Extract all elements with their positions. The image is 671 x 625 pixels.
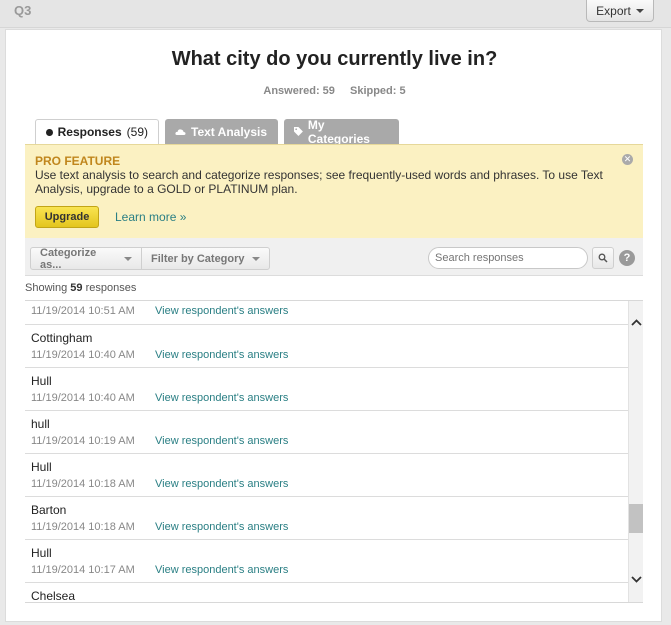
response-date: 11/19/2014 10:17 AM [31, 564, 135, 576]
chevron-down-icon [124, 256, 132, 261]
speech-bubble-icon [46, 128, 53, 136]
response-date: 11/19/2014 10:40 AM [31, 349, 135, 361]
response-text: Cottingham [31, 331, 93, 345]
showing-count: Showing 59 responses [25, 282, 136, 294]
view-respondent-answers-link[interactable]: View respondent's answers [155, 349, 288, 361]
list-item: 11/19/2014 10:51 AM View respondent's an… [25, 301, 628, 325]
response-text: Hull [31, 374, 52, 388]
question-header-bar: Q3 Export [0, 0, 671, 28]
showing-suffix: responses [85, 282, 137, 294]
view-respondent-answers-link[interactable]: View respondent's answers [155, 435, 288, 447]
view-respondent-answers-link[interactable]: View respondent's answers [155, 521, 288, 533]
pro-feature-banner: PRO FEATURE Use text analysis to search … [25, 144, 643, 238]
answered-count: Answered: 59 [263, 85, 335, 97]
view-respondent-answers-link[interactable]: View respondent's answers [155, 392, 288, 404]
cloud-icon [175, 128, 186, 135]
showing-prefix: Showing [25, 282, 68, 294]
response-date: 11/19/2014 10:19 AM [31, 435, 135, 447]
response-text: Hull [31, 460, 52, 474]
view-respondent-answers-link[interactable]: View respondent's answers [155, 305, 288, 317]
chevron-down-icon [631, 575, 642, 583]
scrollbar-thumb[interactable] [629, 504, 643, 533]
tab-responses-label: Responses [57, 125, 122, 139]
search-button[interactable] [592, 247, 614, 269]
responses-rows: 11/19/2014 10:51 AM View respondent's an… [25, 301, 628, 603]
question-number: Q3 [14, 3, 32, 18]
export-button[interactable]: Export [586, 0, 654, 22]
view-respondent-answers-link[interactable]: View respondent's answers [155, 564, 288, 576]
tag-icon [294, 127, 303, 136]
question-summary-frame: Q3 Export What city do you currently liv… [0, 0, 671, 625]
responses-list: 11/19/2014 10:51 AM View respondent's an… [25, 300, 643, 603]
list-item: Hull 11/19/2014 10:40 AM View respondent… [25, 368, 628, 411]
list-item: Hull 11/19/2014 10:18 AM View respondent… [25, 454, 628, 497]
question-stats: Answered: 59 Skipped: 5 [6, 85, 663, 97]
tab-text-analysis-label: Text Analysis [191, 124, 268, 139]
response-text: hull [31, 417, 50, 431]
response-text: Chelsea [31, 589, 76, 603]
response-date: 11/19/2014 10:18 AM [31, 521, 135, 533]
chevron-up-icon [631, 318, 642, 326]
scroll-down-button[interactable] [630, 572, 643, 586]
tab-my-categories-label: My Categories [307, 117, 370, 146]
question-panel: What city do you currently live in? Answ… [5, 29, 662, 622]
learn-more-link[interactable]: Learn more » [115, 210, 186, 224]
list-item: hull 11/19/2014 10:19 AM View respondent… [25, 411, 628, 454]
export-label: Export [596, 3, 631, 18]
list-item: Cottingham 11/19/2014 10:40 AM View resp… [25, 325, 628, 368]
pro-feature-title: PRO FEATURE [35, 154, 121, 168]
filter-by-category-dropdown[interactable]: Filter by Category [141, 247, 270, 270]
showing-number: 59 [70, 282, 83, 294]
list-item: Hull 11/19/2014 10:17 AM View respondent… [25, 540, 628, 583]
scroll-up-button[interactable] [630, 315, 643, 329]
chevron-down-icon [251, 256, 260, 261]
tab-responses[interactable]: Responses (59) [35, 119, 159, 145]
question-title: What city do you currently live in? [171, 48, 498, 70]
response-text: Barton [31, 503, 67, 517]
help-icon[interactable]: ? [619, 250, 635, 266]
categorize-as-label: Categorize as... [40, 246, 97, 271]
tab-text-analysis[interactable]: Text Analysis [165, 119, 278, 144]
responses-toolbar: Categorize as... Filter by Category ? [25, 238, 643, 276]
tab-responses-count: (59) [126, 125, 148, 139]
response-date: 11/19/2014 10:40 AM [31, 392, 135, 404]
close-icon[interactable]: ✕ [622, 154, 633, 165]
search-icon [598, 253, 608, 263]
response-date: 11/19/2014 10:51 AM [31, 305, 135, 317]
chevron-down-icon [635, 8, 644, 13]
skipped-count: Skipped: 5 [349, 85, 406, 97]
search-responses-input[interactable] [428, 247, 588, 269]
list-item: Barton 11/19/2014 10:18 AM View responde… [25, 497, 628, 540]
list-item: Chelsea [25, 583, 628, 603]
response-date: 11/19/2014 10:18 AM [31, 478, 135, 490]
categorize-as-dropdown[interactable]: Categorize as... [30, 246, 142, 271]
upgrade-button[interactable]: Upgrade [35, 206, 99, 228]
view-respondent-answers-link[interactable]: View respondent's answers [155, 478, 288, 490]
filter-by-category-label: Filter by Category [151, 252, 245, 265]
pro-feature-text: Use text analysis to search and categori… [35, 168, 603, 196]
response-text: Hull [31, 546, 52, 560]
tab-my-categories[interactable]: My Categories [284, 117, 399, 146]
responses-scrollbar[interactable] [628, 301, 643, 602]
